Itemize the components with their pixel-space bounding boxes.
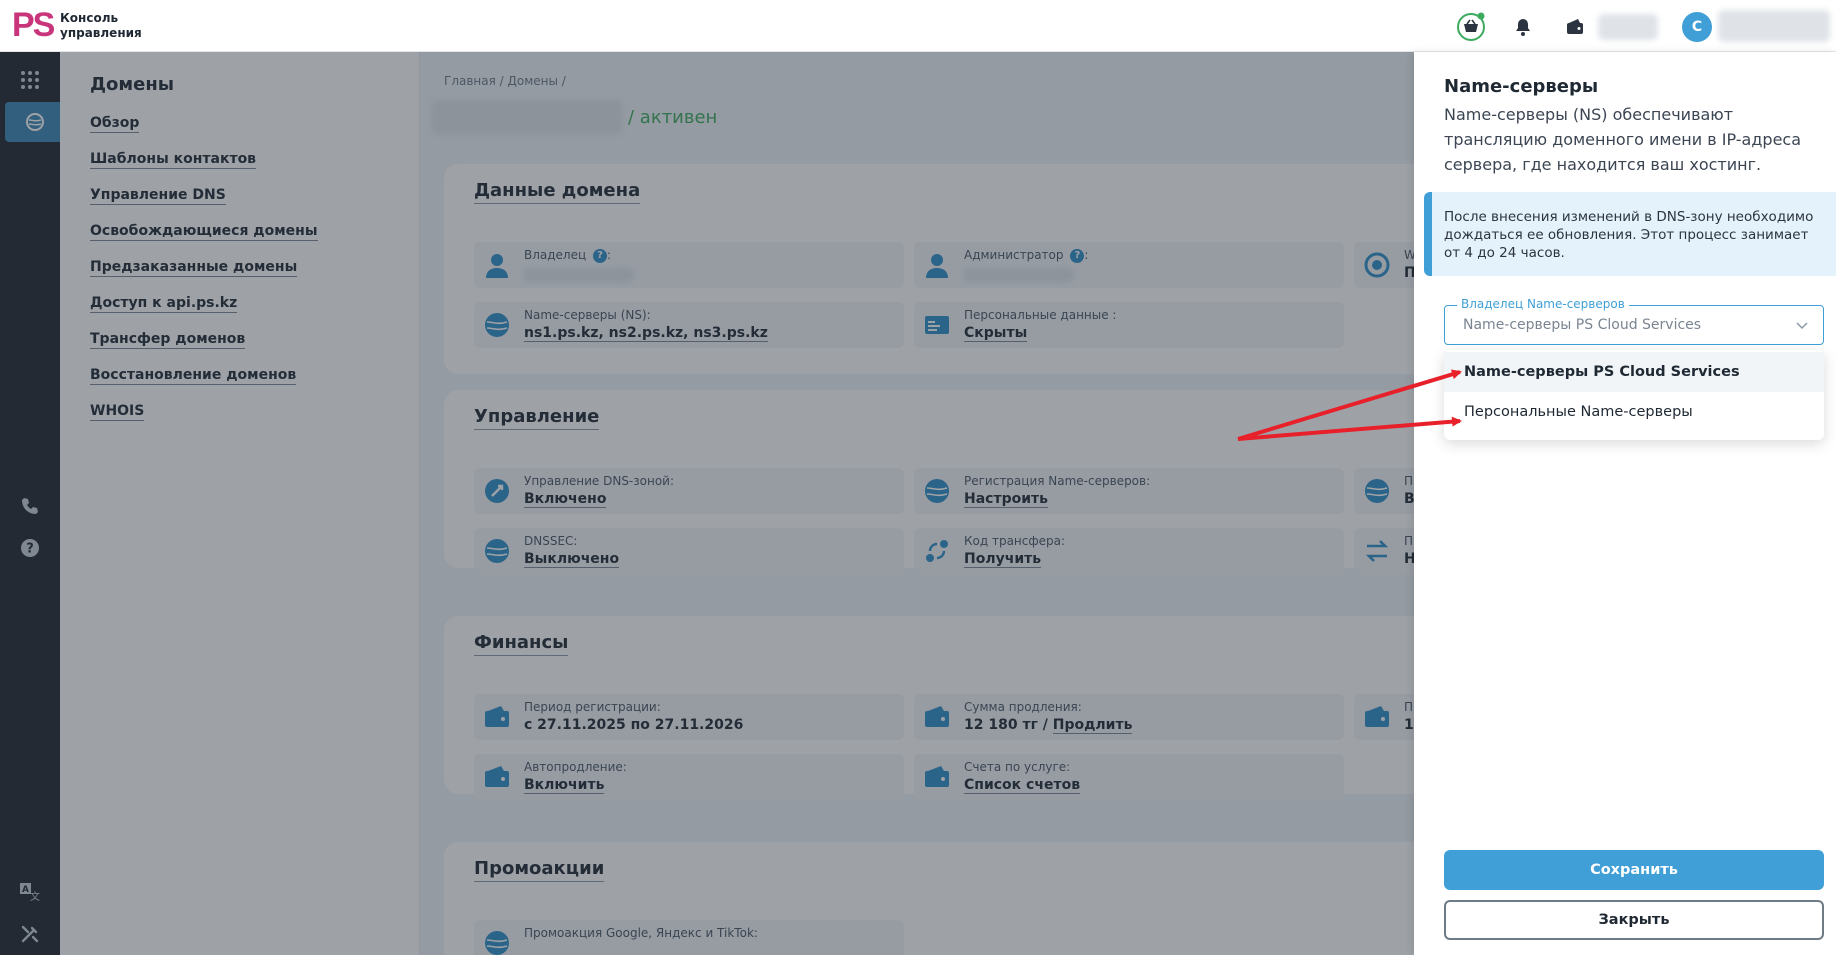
annotation-arrows [1237,369,1462,441]
